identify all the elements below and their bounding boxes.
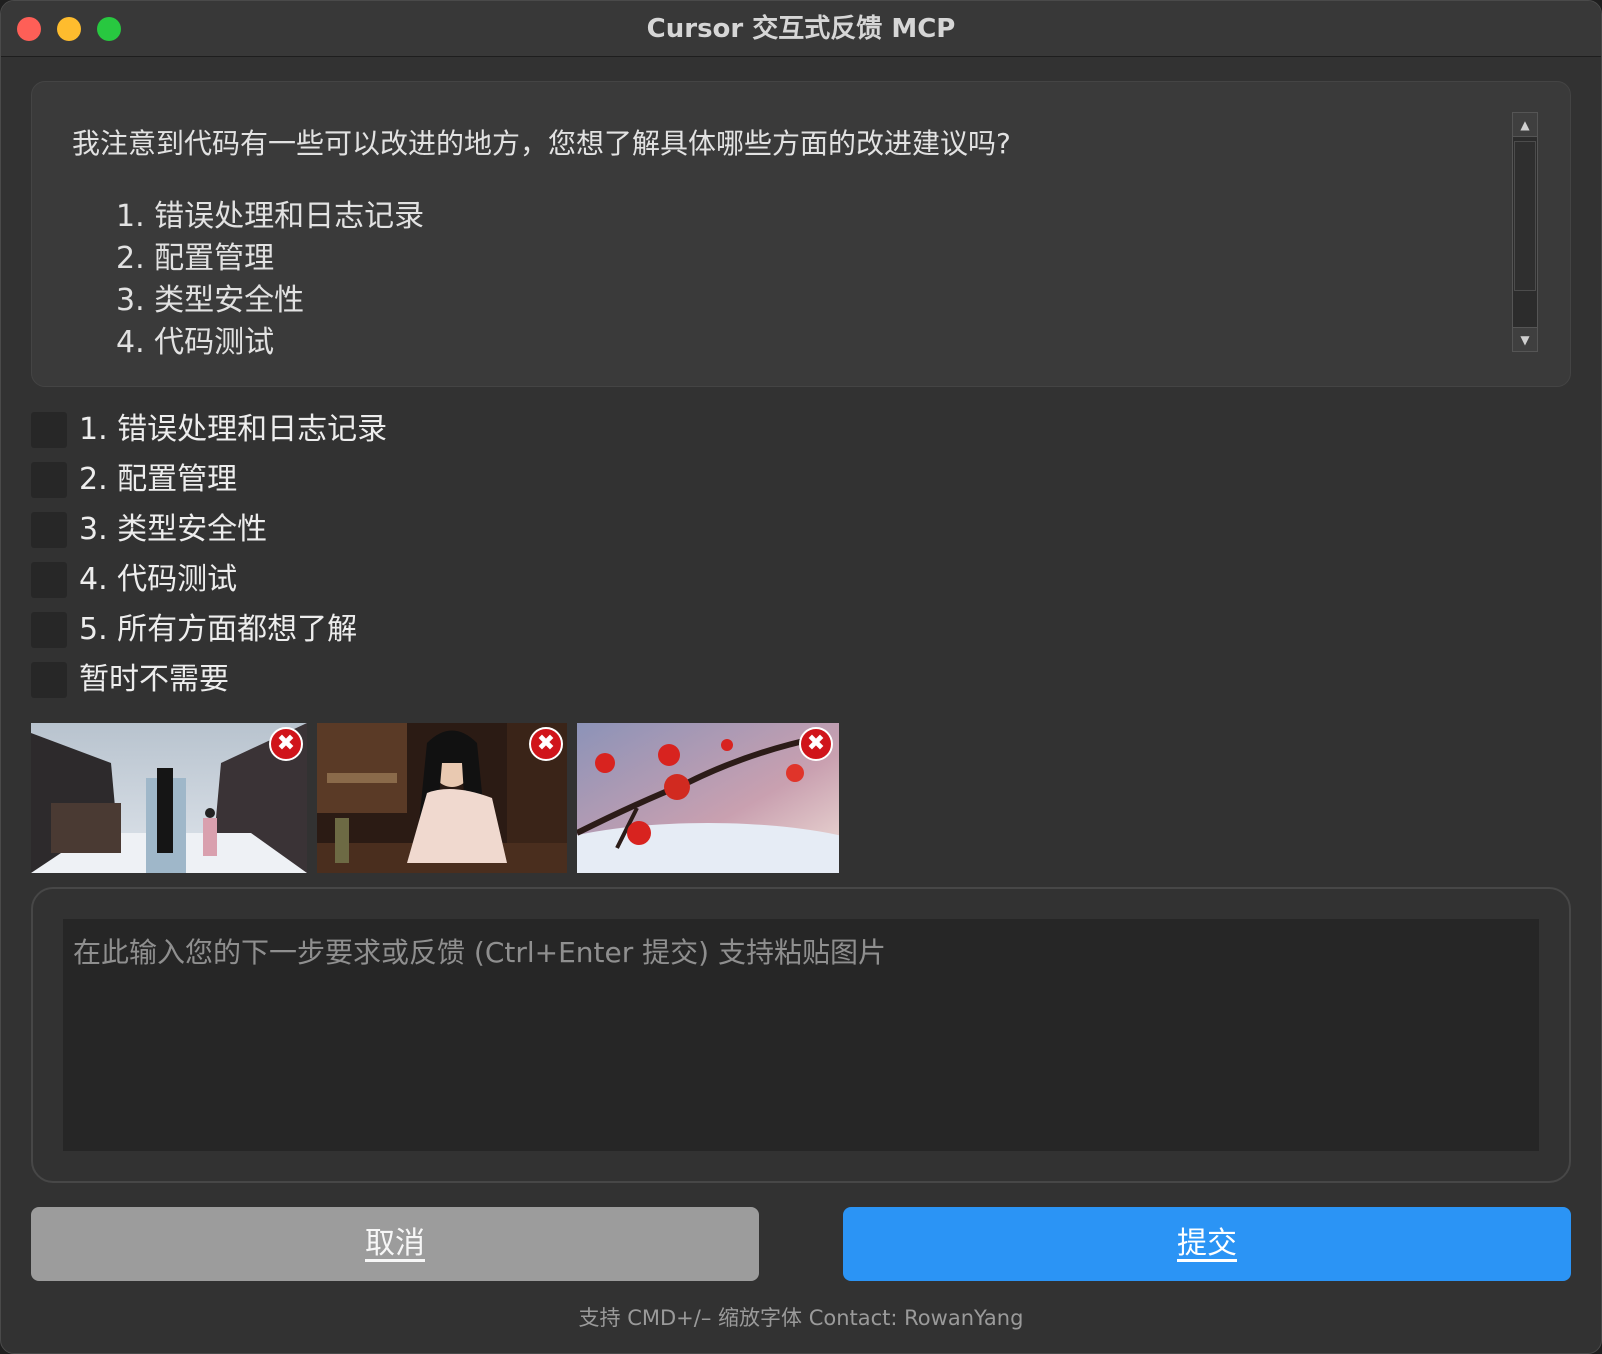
option-label[interactable]: 3. 类型安全性 xyxy=(79,509,267,551)
message-list-item: 1. 错误处理和日志记录 xyxy=(116,199,425,234)
scroll-up-icon[interactable]: ▲ xyxy=(1513,113,1537,137)
snowy-street-image xyxy=(31,723,307,873)
cancel-button[interactable]: 取消 xyxy=(31,1207,759,1281)
message-list-item: 4. 代码测试 xyxy=(116,325,275,360)
message-scrollbar[interactable]: ▲ ▼ xyxy=(1512,112,1538,352)
message-list: 1. 错误处理和日志记录 2. 配置管理 3. 类型安全性 4. 代码测试 xyxy=(116,196,424,364)
option-checkbox[interactable] xyxy=(31,662,67,698)
option-checkbox[interactable] xyxy=(31,462,67,498)
remove-attachment-icon[interactable]: ✖ xyxy=(799,727,833,761)
submit-button[interactable]: 提交 xyxy=(843,1207,1571,1281)
message-list-item: 2. 配置管理 xyxy=(116,241,275,276)
option-label[interactable]: 4. 代码测试 xyxy=(79,559,237,601)
option-5[interactable]: 5. 所有方面都想了解 xyxy=(31,609,631,649)
option-label[interactable]: 5. 所有方面都想了解 xyxy=(79,609,357,651)
remove-attachment-icon[interactable]: ✖ xyxy=(269,727,303,761)
attachment-thumbnail[interactable]: ✖ xyxy=(577,723,839,873)
scroll-down-icon[interactable]: ▼ xyxy=(1513,327,1537,351)
option-checkbox[interactable] xyxy=(31,412,67,448)
option-1[interactable]: 1. 错误处理和日志记录 xyxy=(31,409,631,449)
option-checkbox[interactable] xyxy=(31,562,67,598)
option-label[interactable]: 暂时不需要 xyxy=(79,659,229,701)
option-4[interactable]: 4. 代码测试 xyxy=(31,559,631,599)
option-2[interactable]: 2. 配置管理 xyxy=(31,459,631,499)
message-text: 我注意到代码有一些可以改进的地方，您想了解具体哪些方面的改进建议吗? xyxy=(72,127,1011,160)
window-title: Cursor 交互式反馈 MCP xyxy=(646,14,956,44)
option-checkbox[interactable] xyxy=(31,512,67,548)
option-label[interactable]: 2. 配置管理 xyxy=(79,459,237,501)
message-list-item: 3. 类型安全性 xyxy=(116,283,305,318)
option-label[interactable]: 1. 错误处理和日志记录 xyxy=(79,409,387,451)
feedback-window: Cursor 交互式反馈 MCP 我注意到代码有一些可以改进的地方，您想了解具体… xyxy=(0,0,1602,1354)
message-panel: 我注意到代码有一些可以改进的地方，您想了解具体哪些方面的改进建议吗? 1. 错误… xyxy=(31,81,1571,387)
option-3[interactable]: 3. 类型安全性 xyxy=(31,509,631,549)
option-checkbox[interactable] xyxy=(31,612,67,648)
remove-attachment-icon[interactable]: ✖ xyxy=(529,727,563,761)
attachment-thumbnail[interactable]: ✖ xyxy=(31,723,307,873)
feedback-input[interactable] xyxy=(63,919,1539,1151)
scroll-thumb[interactable] xyxy=(1514,141,1536,291)
footer-hint: 支持 CMD+/– 缩放字体 Contact: RowanYang xyxy=(578,1306,1024,1330)
option-6[interactable]: 暂时不需要 xyxy=(31,659,631,699)
feedback-panel xyxy=(31,887,1571,1183)
attachment-thumbnail[interactable]: ✖ xyxy=(317,723,567,873)
title-bar[interactable]: Cursor 交互式反馈 MCP xyxy=(1,1,1601,57)
